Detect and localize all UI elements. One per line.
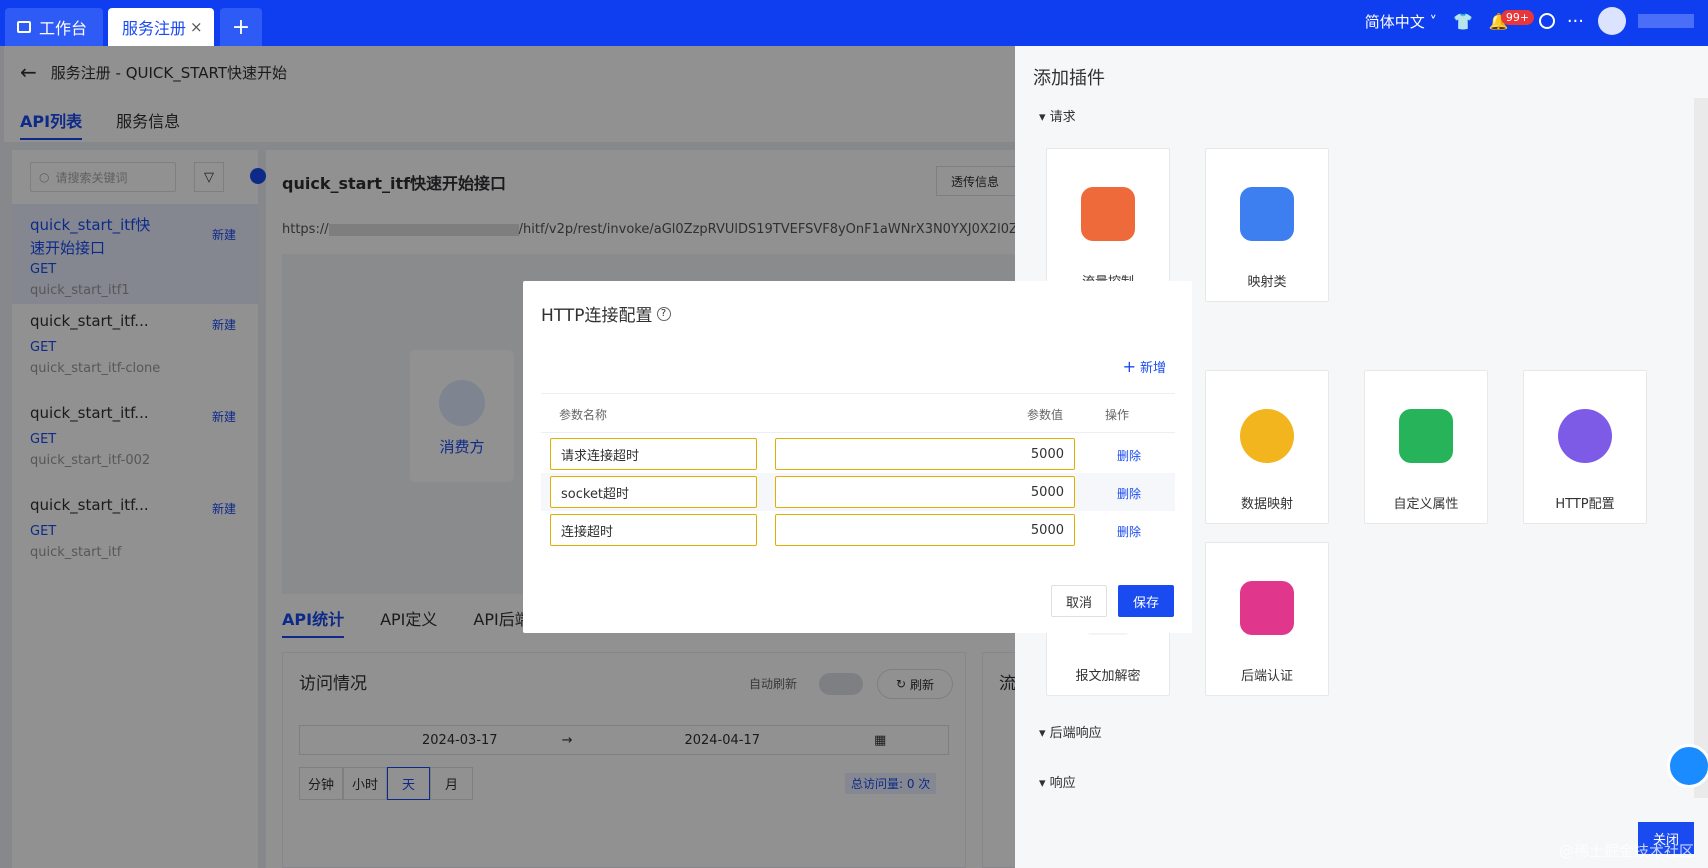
http-config-modal: HTTP连接配置 ? + 新增 参数名称 参数值 操作 请求连接超时 5000 删… [523,281,1192,633]
param-name-input[interactable]: socket超时 [550,476,757,508]
table-header: 参数名称 参数值 操作 [541,393,1175,433]
tab-workbench[interactable]: 工作台 [5,8,103,46]
shirt-icon[interactable]: 👕 [1453,12,1473,31]
flow-control-icon [1081,187,1135,241]
plugin-panel-title: 添加插件 [1033,68,1105,89]
plugin-card-http-config[interactable]: HTTP配置 [1523,370,1647,524]
play-icon[interactable] [1538,13,1555,29]
param-name-input[interactable]: 请求连接超时 [550,438,757,470]
mapping-icon [1240,187,1294,241]
delete-link[interactable]: 删除 [1117,447,1141,464]
topbar-actions: 简体中文 ˅ 👕 🔔 99+ ··· [1365,0,1708,42]
notification-badge: 99+ [1500,9,1535,25]
language-select[interactable]: 简体中文 ˅ [1365,11,1437,32]
data-mapping-icon [1240,409,1294,463]
table-row: socket超时 5000 删除 [541,473,1175,511]
cancel-button[interactable]: 取消 [1051,585,1107,617]
more-icon[interactable]: ··· [1567,11,1584,32]
plugin-card-custom-attr[interactable]: 自定义属性 [1364,370,1488,524]
table-row: 请求连接超时 5000 删除 [541,435,1175,473]
delete-link[interactable]: 删除 [1117,485,1141,502]
table-row: 连接超时 5000 删除 [541,511,1175,549]
custom-attr-icon [1399,409,1453,463]
plugin-card-mapping[interactable]: 映射类 [1205,148,1329,302]
param-value-input[interactable]: 5000 [775,476,1075,508]
watermark: @稀土掘金技术社区 [1558,842,1694,860]
backend-auth-icon [1240,581,1294,635]
save-button[interactable]: 保存 [1118,585,1174,617]
scrollbar[interactable] [1694,98,1708,798]
plus-icon: + [1122,357,1136,376]
bell-icon[interactable]: 🔔 99+ [1489,9,1535,31]
tab-service-register[interactable]: 服务注册 × [108,8,214,46]
avatar[interactable] [1598,7,1626,35]
monitor-icon [17,21,31,33]
plugin-card-data-mapping[interactable]: 数据映射 [1205,370,1329,524]
section-response[interactable]: ▾ 响应 [1039,772,1076,791]
param-name-input[interactable]: 连接超时 [550,514,757,546]
modal-title: HTTP连接配置 ? [541,301,671,326]
section-backend-response[interactable]: ▾ 后端响应 [1039,722,1102,741]
delete-link[interactable]: 删除 [1117,523,1141,540]
help-icon[interactable]: ? [656,306,671,321]
close-icon[interactable]: × [190,18,203,36]
add-row-button[interactable]: + 新增 [1123,357,1166,376]
add-tab-button[interactable]: + [220,8,262,46]
param-value-input[interactable]: 5000 [775,438,1075,470]
section-request[interactable]: ▾ 请求 [1039,106,1076,125]
param-value-input[interactable]: 5000 [775,514,1075,546]
gear-icon [1558,409,1612,463]
username [1638,14,1694,28]
top-bar: 工作台 服务注册 × + 简体中文 ˅ 👕 🔔 99+ ··· [0,0,1708,46]
plugin-card-backend-auth[interactable]: 后端认证 [1205,542,1329,696]
help-float-icon[interactable] [1667,744,1708,788]
plugin-card-flow-control[interactable]: 流量控制 [1046,148,1170,302]
